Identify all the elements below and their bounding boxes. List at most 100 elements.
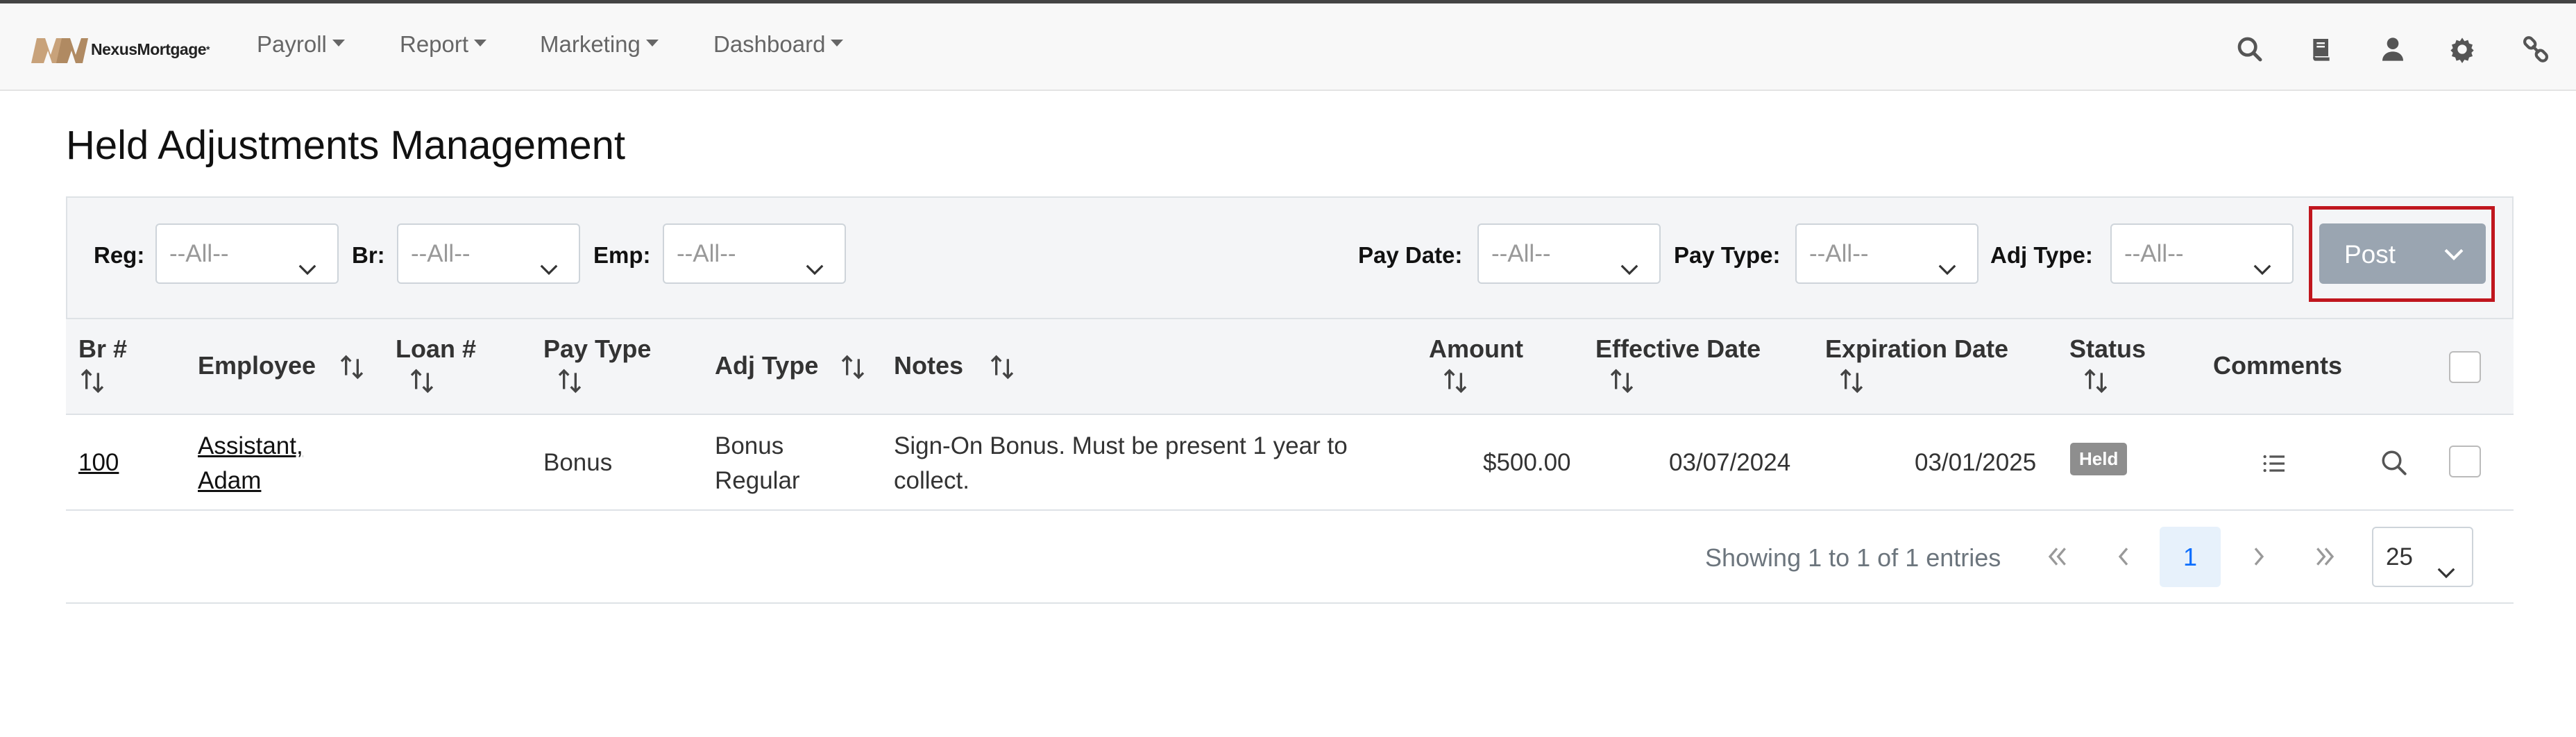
sort-icon[interactable] <box>78 366 106 396</box>
chevron-down-icon <box>1619 244 1640 276</box>
emp-select-value: --All-- <box>677 240 736 267</box>
br-select[interactable]: --All-- <box>397 223 580 284</box>
page-size-value: 25 <box>2386 543 2413 570</box>
nav-menu-dashboard[interactable]: Dashboard <box>713 31 844 58</box>
caret-down-icon <box>831 40 844 46</box>
chevron-down-icon <box>539 244 559 276</box>
brand-logo[interactable]: NexusMortgage * <box>31 34 210 65</box>
brand-name: NexusMortgage <box>91 40 207 58</box>
sort-icon[interactable] <box>988 353 1016 382</box>
col-br-label: Br # <box>78 334 128 363</box>
col-adj-type[interactable]: Adj Type <box>715 351 867 382</box>
gear-icon[interactable] <box>2448 35 2476 63</box>
nav-menu-report[interactable]: Report <box>400 31 487 58</box>
col-amount[interactable]: Amount <box>1429 334 1523 396</box>
pay-date-select-value: --All-- <box>1491 240 1551 267</box>
emp-label: Emp: <box>593 242 651 268</box>
adj-type-select-value: --All-- <box>2124 240 2184 267</box>
caret-down-icon <box>645 40 659 46</box>
col-pay-type[interactable]: Pay Type <box>543 334 651 396</box>
sort-icon[interactable] <box>338 353 366 382</box>
row-select-checkbox[interactable] <box>2449 446 2481 477</box>
row-amount: $500.00 <box>1483 449 1571 476</box>
row-adj-type-line2: Regular <box>715 467 800 494</box>
col-notes-label: Notes <box>894 351 964 380</box>
col-status-label: Status <box>2069 334 2146 363</box>
br-label: Br: <box>352 242 385 268</box>
last-page-icon[interactable] <box>2312 543 2339 570</box>
row-effective-date: 03/07/2024 <box>1669 449 1791 476</box>
sort-icon[interactable] <box>1441 366 1469 396</box>
pay-type-select-value: --All-- <box>1809 240 1869 267</box>
row-notes-line2: collect. <box>894 467 969 494</box>
row-adj-type: Bonus Regular <box>715 429 800 498</box>
chevron-down-icon[interactable] <box>2443 243 2465 262</box>
page-button-1[interactable]: 1 <box>2160 527 2221 587</box>
post-button[interactable]: Post <box>2319 223 2486 284</box>
view-search-icon[interactable] <box>2380 448 2409 477</box>
user-icon[interactable] <box>2379 35 2407 63</box>
chevron-down-icon <box>804 244 825 276</box>
col-loan[interactable]: Loan # <box>396 334 476 396</box>
navbar: NexusMortgage * Payroll Report Marketing … <box>0 3 2576 91</box>
link-icon[interactable] <box>2522 35 2550 63</box>
page-size-select[interactable]: 25 <box>2372 527 2473 587</box>
select-all-checkbox[interactable] <box>2449 351 2481 383</box>
col-effective-date[interactable]: Effective Date <box>1595 334 1761 396</box>
table-row: 100 Assistant, Adam Bonus Bonus Regular … <box>66 415 2514 511</box>
next-page-icon[interactable] <box>2245 543 2273 570</box>
nav-menu-label: Report <box>400 31 469 57</box>
book-icon[interactable] <box>2307 35 2335 63</box>
row-expiration-date: 03/01/2025 <box>1915 449 2037 476</box>
col-br[interactable]: Br # <box>78 334 127 396</box>
prev-page-icon[interactable] <box>2110 543 2137 570</box>
first-page-icon[interactable] <box>2043 543 2071 570</box>
page-title: Held Adjustments Management <box>66 123 625 168</box>
reg-select-value: --All-- <box>169 240 229 267</box>
filter-panel: Reg: --All-- Br: --All-- Emp: --All-- Pa… <box>66 196 2514 319</box>
br-select-value: --All-- <box>411 240 471 267</box>
emp-select[interactable]: --All-- <box>663 223 846 284</box>
pay-date-select[interactable]: --All-- <box>1477 223 1661 284</box>
chevron-down-icon <box>2252 244 2273 276</box>
row-employee-link[interactable]: Assistant, Adam <box>198 429 303 498</box>
caret-down-icon <box>474 40 487 46</box>
sort-icon[interactable] <box>1608 366 1636 396</box>
col-amount-label: Amount <box>1429 334 1523 363</box>
pay-type-select[interactable]: --All-- <box>1795 223 1978 284</box>
caret-down-icon <box>332 40 345 46</box>
col-comments: Comments <box>2213 351 2343 380</box>
col-employee-label: Employee <box>198 351 316 380</box>
pay-date-label: Pay Date: <box>1358 242 1463 268</box>
row-employee-line1: Assistant, <box>198 432 303 459</box>
reg-label: Reg: <box>94 242 145 268</box>
col-expiration-date[interactable]: Expiration Date <box>1825 334 2008 396</box>
chevron-down-icon <box>1937 244 1958 276</box>
col-effective-date-label: Effective Date <box>1595 334 1761 363</box>
table-header: Br # Employee Loan # Pay Type Adj Type N… <box>66 319 2514 415</box>
sort-icon[interactable] <box>1838 366 1865 396</box>
pagination-summary: Showing 1 to 1 of 1 entries <box>1705 543 2001 572</box>
col-pay-type-label: Pay Type <box>543 334 652 363</box>
adj-type-label: Adj Type: <box>1990 242 2093 268</box>
comments-list-icon[interactable] <box>2260 450 2288 477</box>
nav-menu-label: Dashboard <box>713 31 826 57</box>
col-expiration-date-label: Expiration Date <box>1825 334 2009 363</box>
post-button-label: Post <box>2344 240 2396 269</box>
sort-icon[interactable] <box>408 366 436 396</box>
col-employee[interactable]: Employee <box>198 351 366 382</box>
col-status[interactable]: Status <box>2069 334 2146 396</box>
adj-type-select[interactable]: --All-- <box>2110 223 2294 284</box>
sort-icon[interactable] <box>2082 366 2110 396</box>
row-br-link[interactable]: 100 <box>78 446 119 480</box>
reg-select[interactable]: --All-- <box>155 223 339 284</box>
nav-menu-payroll[interactable]: Payroll <box>257 31 345 58</box>
col-notes[interactable]: Notes <box>894 351 1016 382</box>
col-loan-label: Loan # <box>396 334 477 363</box>
chevron-down-icon <box>297 244 318 276</box>
sort-icon[interactable] <box>839 353 867 382</box>
nav-menu-marketing[interactable]: Marketing <box>540 31 659 58</box>
sort-icon[interactable] <box>556 366 584 396</box>
search-icon[interactable] <box>2236 35 2264 63</box>
row-employee-line2: Adam <box>198 467 262 494</box>
